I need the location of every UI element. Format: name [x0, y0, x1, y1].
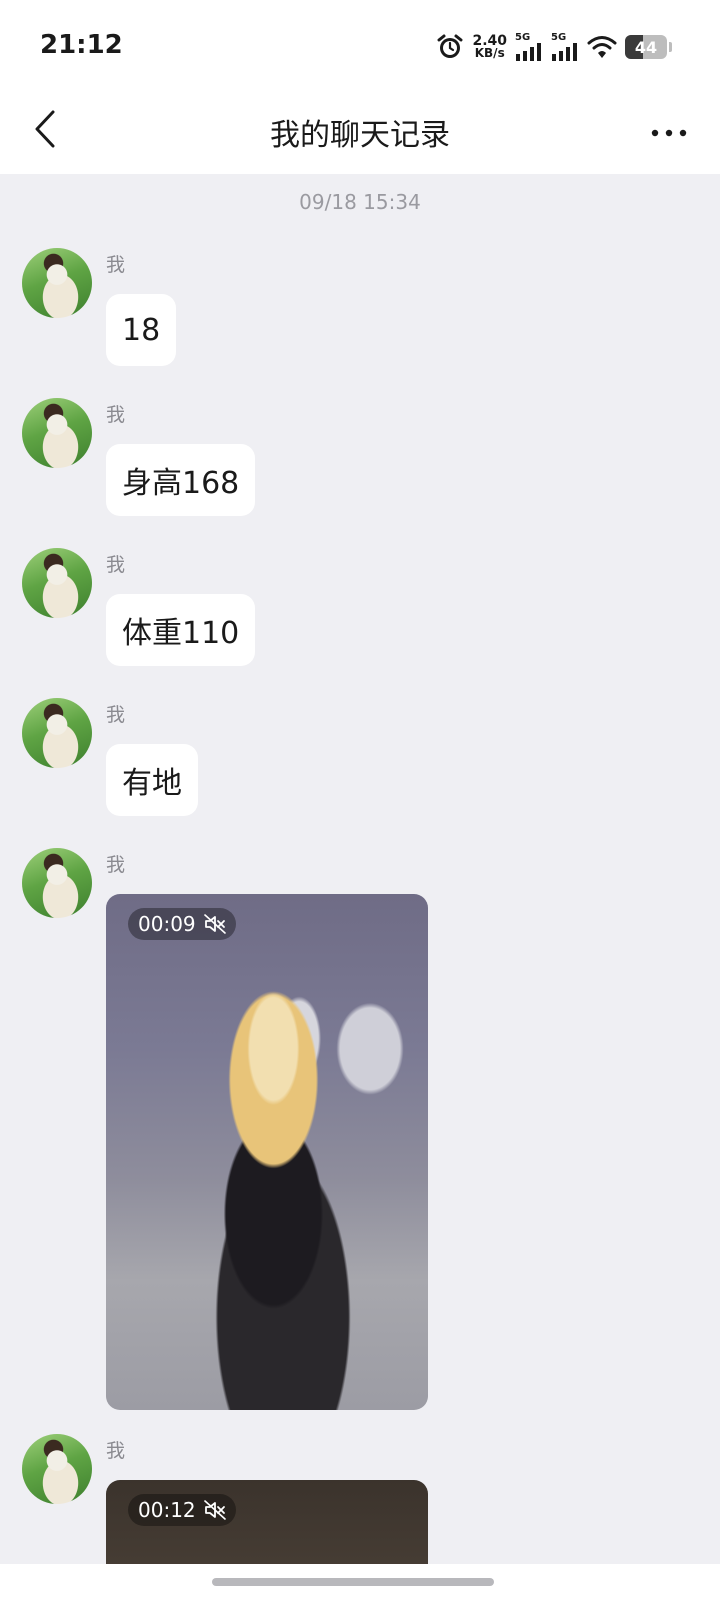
- video-message[interactable]: 00:09: [106, 894, 428, 1410]
- alarm-icon: [436, 33, 464, 61]
- text-bubble[interactable]: 体重110: [106, 594, 256, 666]
- text-bubble[interactable]: 身高168: [106, 444, 256, 516]
- network-speed: 2.40 KB/s: [472, 34, 507, 60]
- video-message[interactable]: 00:12: [106, 1480, 428, 1564]
- sender-name: 我: [106, 554, 126, 576]
- signal-icon: [551, 43, 579, 61]
- text-bubble[interactable]: 有地: [106, 744, 198, 816]
- video-duration-badge: 00:12: [128, 1494, 236, 1526]
- sender-name: 我: [106, 254, 126, 276]
- signal-2: 5G: [551, 33, 579, 61]
- battery-icon: 44: [625, 35, 667, 59]
- avatar[interactable]: [22, 248, 92, 318]
- mute-icon: [203, 1500, 226, 1520]
- header: 我的聊天记录: [0, 88, 720, 174]
- sender-name: 我: [106, 704, 126, 726]
- more-button[interactable]: [642, 106, 696, 156]
- sender-name: 我: [106, 1440, 126, 1462]
- signal-2-label: 5G: [551, 32, 567, 43]
- video-duration: 00:12: [138, 1498, 196, 1522]
- mute-icon: [203, 914, 226, 934]
- battery-level: 44: [634, 37, 658, 57]
- text-bubble[interactable]: 18: [106, 294, 177, 366]
- message-item: 我 00:09: [0, 848, 720, 1410]
- sender-name: 我: [106, 854, 126, 876]
- more-dots-icon: [651, 122, 687, 141]
- battery-tip: [669, 42, 672, 52]
- message-item: 我 体重110: [0, 548, 720, 670]
- home-indicator[interactable]: [212, 1578, 494, 1586]
- page-title: 我的聊天记录: [270, 118, 450, 153]
- video-duration-badge: 00:09: [128, 908, 236, 940]
- video-duration: 00:09: [138, 912, 196, 936]
- message-item: 我 00:12: [0, 1434, 720, 1564]
- message-item: 我 有地: [0, 698, 720, 820]
- video-thumbnail: [106, 894, 428, 1410]
- signal-1-label: 5G: [515, 32, 531, 43]
- navigation-bar: [0, 1564, 720, 1600]
- message-item: 我 身高168: [0, 398, 720, 520]
- avatar[interactable]: [22, 848, 92, 918]
- avatar[interactable]: [22, 548, 92, 618]
- status-icons: 2.40 KB/s 5G 5G 44: [436, 30, 672, 64]
- signal-icon: [515, 43, 543, 61]
- message-item: 我 18: [0, 248, 720, 370]
- status-bar: 21:12 2.40 KB/s 5G 5G 44: [0, 0, 720, 88]
- status-time: 21:12: [40, 30, 123, 60]
- avatar[interactable]: [22, 1434, 92, 1504]
- chat-history[interactable]: 09/18 15:34 我 18 我 身高168 我 体重110 我 有地 我 …: [0, 174, 720, 1564]
- avatar[interactable]: [22, 698, 92, 768]
- message-timestamp: 09/18 15:34: [299, 190, 421, 214]
- network-speed-unit: KB/s: [474, 46, 505, 60]
- sender-name: 我: [106, 404, 126, 426]
- signal-1: 5G: [515, 33, 543, 61]
- avatar[interactable]: [22, 398, 92, 468]
- wifi-icon: [587, 35, 617, 59]
